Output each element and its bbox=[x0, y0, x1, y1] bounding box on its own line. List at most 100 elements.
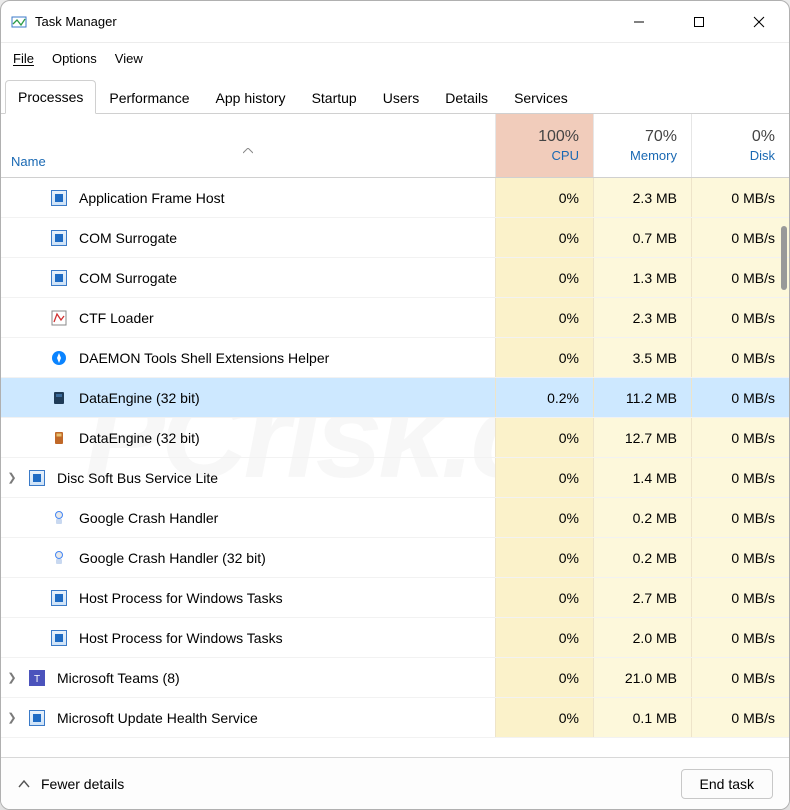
task-manager-window: Task Manager File Options View Processes… bbox=[0, 0, 790, 810]
tab-processes[interactable]: Processes bbox=[5, 80, 96, 114]
google-icon bbox=[51, 550, 67, 566]
expand-caret-icon[interactable]: ❯ bbox=[1, 711, 23, 724]
disk-cell: 0 MB/s bbox=[691, 378, 789, 417]
process-row[interactable]: DataEngine (32 bit)0.2%11.2 MB0 MB/s bbox=[1, 378, 789, 418]
process-row[interactable]: COM Surrogate0%0.7 MB0 MB/s bbox=[1, 218, 789, 258]
process-name: COM Surrogate bbox=[79, 230, 177, 246]
cpu-cell: 0% bbox=[495, 178, 593, 217]
dataengine-icon bbox=[51, 390, 67, 406]
fewer-details-toggle[interactable]: Fewer details bbox=[17, 776, 124, 792]
daemon-icon bbox=[51, 350, 67, 366]
tabbar: Processes Performance App history Startu… bbox=[1, 73, 789, 114]
process-name-cell: Application Frame Host bbox=[23, 188, 495, 208]
process-name-cell: DAEMON Tools Shell Extensions Helper bbox=[23, 348, 495, 368]
memory-cell: 2.0 MB bbox=[593, 618, 691, 657]
header-disk-pct: 0% bbox=[752, 128, 775, 146]
menu-view[interactable]: View bbox=[115, 51, 143, 66]
tab-performance[interactable]: Performance bbox=[96, 81, 202, 114]
process-row[interactable]: Google Crash Handler (32 bit)0%0.2 MB0 M… bbox=[1, 538, 789, 578]
cpu-cell: 0% bbox=[495, 458, 593, 497]
process-name-cell: COM Surrogate bbox=[23, 268, 495, 288]
end-task-button[interactable]: End task bbox=[681, 769, 773, 799]
memory-cell: 2.3 MB bbox=[593, 178, 691, 217]
cpu-cell: 0% bbox=[495, 258, 593, 297]
process-row[interactable]: Application Frame Host0%2.3 MB0 MB/s bbox=[1, 178, 789, 218]
cpu-cell: 0% bbox=[495, 498, 593, 537]
process-name-cell: Google Crash Handler bbox=[23, 508, 495, 528]
process-name: Application Frame Host bbox=[79, 190, 225, 206]
tab-users[interactable]: Users bbox=[370, 81, 433, 114]
app-icon bbox=[11, 14, 27, 30]
process-name-cell: COM Surrogate bbox=[23, 228, 495, 248]
process-row[interactable]: ❯TMicrosoft Teams (8)0%21.0 MB0 MB/s bbox=[1, 658, 789, 698]
process-name: Microsoft Update Health Service bbox=[57, 710, 258, 726]
memory-cell: 1.3 MB bbox=[593, 258, 691, 297]
header-cpu[interactable]: 100% CPU bbox=[495, 114, 593, 177]
cpu-cell: 0% bbox=[495, 298, 593, 337]
process-name-cell: DataEngine (32 bit) bbox=[23, 388, 495, 408]
disk-cell: 0 MB/s bbox=[691, 698, 789, 737]
memory-cell: 2.7 MB bbox=[593, 578, 691, 617]
process-row[interactable]: Host Process for Windows Tasks0%2.0 MB0 … bbox=[1, 618, 789, 658]
process-name-cell: Google Crash Handler (32 bit) bbox=[23, 548, 495, 568]
process-icon bbox=[51, 190, 67, 206]
process-row[interactable]: DAEMON Tools Shell Extensions Helper0%3.… bbox=[1, 338, 789, 378]
process-name: Google Crash Handler bbox=[79, 510, 218, 526]
header-cpu-pct: 100% bbox=[538, 128, 579, 146]
process-name-cell: TMicrosoft Teams (8) bbox=[23, 668, 495, 688]
memory-cell: 21.0 MB bbox=[593, 658, 691, 697]
cpu-cell: 0% bbox=[495, 338, 593, 377]
process-name: Disc Soft Bus Service Lite bbox=[57, 470, 218, 486]
tab-services[interactable]: Services bbox=[501, 81, 581, 114]
memory-cell: 11.2 MB bbox=[593, 378, 691, 417]
process-icon bbox=[51, 590, 67, 606]
tab-startup[interactable]: Startup bbox=[299, 81, 370, 114]
close-button[interactable] bbox=[729, 1, 789, 43]
process-name: DataEngine (32 bit) bbox=[79, 430, 200, 446]
sort-indicator-icon bbox=[11, 134, 485, 154]
cpu-cell: 0% bbox=[495, 578, 593, 617]
memory-cell: 0.2 MB bbox=[593, 538, 691, 577]
expand-caret-icon[interactable]: ❯ bbox=[1, 471, 23, 484]
disk-cell: 0 MB/s bbox=[691, 298, 789, 337]
process-icon bbox=[51, 630, 67, 646]
tab-app-history[interactable]: App history bbox=[203, 81, 299, 114]
disk-cell: 0 MB/s bbox=[691, 458, 789, 497]
expand-caret-icon[interactable]: ❯ bbox=[1, 671, 23, 684]
process-name: Google Crash Handler (32 bit) bbox=[79, 550, 266, 566]
memory-cell: 0.7 MB bbox=[593, 218, 691, 257]
process-icon bbox=[51, 270, 67, 286]
memory-cell: 1.4 MB bbox=[593, 458, 691, 497]
menu-options[interactable]: Options bbox=[52, 51, 97, 66]
cpu-cell: 0% bbox=[495, 418, 593, 457]
header-name-label: Name bbox=[11, 154, 485, 169]
header-disk[interactable]: 0% Disk bbox=[691, 114, 789, 177]
memory-cell: 12.7 MB bbox=[593, 418, 691, 457]
process-row[interactable]: DataEngine (32 bit) 0%12.7 MB0 MB/s bbox=[1, 418, 789, 458]
disk-cell: 0 MB/s bbox=[691, 658, 789, 697]
process-row[interactable]: COM Surrogate0%1.3 MB0 MB/s bbox=[1, 258, 789, 298]
memory-cell: 0.1 MB bbox=[593, 698, 691, 737]
header-name[interactable]: Name bbox=[1, 114, 495, 177]
process-list[interactable]: Application Frame Host0%2.3 MB0 MB/sCOM … bbox=[1, 178, 789, 757]
disk-cell: 0 MB/s bbox=[691, 418, 789, 457]
minimize-button[interactable] bbox=[609, 1, 669, 43]
menu-file[interactable]: File bbox=[13, 51, 34, 66]
cpu-cell: 0% bbox=[495, 618, 593, 657]
process-row[interactable]: ❯Microsoft Update Health Service0%0.1 MB… bbox=[1, 698, 789, 738]
process-row[interactable]: ❯ Disc Soft Bus Service Lite 0%1.4 MB0 MB/… bbox=[1, 458, 789, 498]
memory-cell: 0.2 MB bbox=[593, 498, 691, 537]
menubar: File Options View bbox=[1, 43, 789, 73]
fewer-details-label: Fewer details bbox=[41, 776, 124, 792]
header-memory[interactable]: 70% Memory bbox=[593, 114, 691, 177]
tab-details[interactable]: Details bbox=[432, 81, 501, 114]
titlebar: Task Manager bbox=[1, 1, 789, 43]
process-row[interactable]: CTF Loader0%2.3 MB0 MB/s bbox=[1, 298, 789, 338]
process-row[interactable]: Host Process for Windows Tasks0%2.7 MB0 … bbox=[1, 578, 789, 618]
process-name-cell: Microsoft Update Health Service bbox=[23, 708, 495, 728]
process-row[interactable]: Google Crash Handler0%0.2 MB0 MB/s bbox=[1, 498, 789, 538]
disk-cell: 0 MB/s bbox=[691, 538, 789, 577]
scrollbar-thumb[interactable] bbox=[781, 226, 787, 290]
content-area: PCrisk.com Name 100% CPU 70% Memory 0% D… bbox=[1, 114, 789, 757]
maximize-button[interactable] bbox=[669, 1, 729, 43]
